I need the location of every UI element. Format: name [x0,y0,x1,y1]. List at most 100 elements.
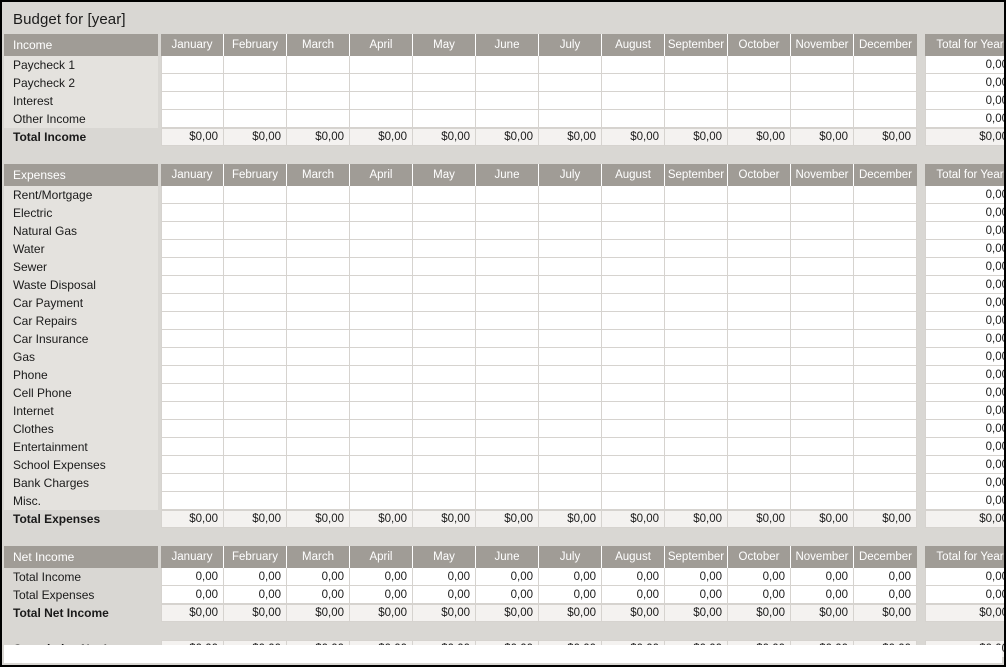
interest-november[interactable] [791,92,854,110]
car-insurance-march[interactable] [287,330,350,348]
bank-charges-june[interactable] [476,474,539,492]
sewer-january[interactable] [161,258,224,276]
other-income-july[interactable] [539,110,602,128]
waste-disposal-october[interactable] [728,276,791,294]
waste-disposal-may[interactable] [413,276,476,294]
waste-disposal-april[interactable] [350,276,413,294]
clothes-january[interactable] [161,420,224,438]
sewer-may[interactable] [413,258,476,276]
car-repairs-october[interactable] [728,312,791,330]
electric-december[interactable] [854,204,917,222]
electric-august[interactable] [602,204,665,222]
internet-march[interactable] [287,402,350,420]
internet-january[interactable] [161,402,224,420]
car-insurance-september[interactable] [665,330,728,348]
car-insurance-april[interactable] [350,330,413,348]
entertainment-august[interactable] [602,438,665,456]
internet-april[interactable] [350,402,413,420]
car-insurance-november[interactable] [791,330,854,348]
school-expenses-may[interactable] [413,456,476,474]
sewer-november[interactable] [791,258,854,276]
school-expenses-march[interactable] [287,456,350,474]
clothes-august[interactable] [602,420,665,438]
electric-march[interactable] [287,204,350,222]
entertainment-may[interactable] [413,438,476,456]
misc-october[interactable] [728,492,791,510]
natural-gas-march[interactable] [287,222,350,240]
misc-march[interactable] [287,492,350,510]
other-income-october[interactable] [728,110,791,128]
waste-disposal-june[interactable] [476,276,539,294]
bank-charges-january[interactable] [161,474,224,492]
school-expenses-october[interactable] [728,456,791,474]
school-expenses-june[interactable] [476,456,539,474]
school-expenses-january[interactable] [161,456,224,474]
car-payment-august[interactable] [602,294,665,312]
entertainment-july[interactable] [539,438,602,456]
phone-october[interactable] [728,366,791,384]
electric-july[interactable] [539,204,602,222]
clothes-june[interactable] [476,420,539,438]
cell-phone-november[interactable] [791,384,854,402]
natural-gas-february[interactable] [224,222,287,240]
water-april[interactable] [350,240,413,258]
paycheck-2-april[interactable] [350,74,413,92]
paycheck-2-november[interactable] [791,74,854,92]
entertainment-april[interactable] [350,438,413,456]
internet-july[interactable] [539,402,602,420]
misc-january[interactable] [161,492,224,510]
clothes-september[interactable] [665,420,728,438]
gas-january[interactable] [161,348,224,366]
waste-disposal-december[interactable] [854,276,917,294]
paycheck-1-july[interactable] [539,56,602,74]
car-insurance-august[interactable] [602,330,665,348]
cell-phone-february[interactable] [224,384,287,402]
cell-phone-december[interactable] [854,384,917,402]
bank-charges-march[interactable] [287,474,350,492]
water-july[interactable] [539,240,602,258]
clothes-december[interactable] [854,420,917,438]
gas-june[interactable] [476,348,539,366]
sewer-march[interactable] [287,258,350,276]
entertainment-november[interactable] [791,438,854,456]
cell-phone-july[interactable] [539,384,602,402]
cell-phone-april[interactable] [350,384,413,402]
car-repairs-july[interactable] [539,312,602,330]
paycheck-1-june[interactable] [476,56,539,74]
car-repairs-august[interactable] [602,312,665,330]
paycheck-2-december[interactable] [854,74,917,92]
interest-march[interactable] [287,92,350,110]
phone-august[interactable] [602,366,665,384]
rent-mortgage-march[interactable] [287,186,350,204]
car-payment-january[interactable] [161,294,224,312]
interest-february[interactable] [224,92,287,110]
car-insurance-october[interactable] [728,330,791,348]
car-repairs-may[interactable] [413,312,476,330]
school-expenses-july[interactable] [539,456,602,474]
gas-december[interactable] [854,348,917,366]
car-insurance-december[interactable] [854,330,917,348]
water-may[interactable] [413,240,476,258]
bank-charges-december[interactable] [854,474,917,492]
internet-september[interactable] [665,402,728,420]
sewer-june[interactable] [476,258,539,276]
paycheck-2-july[interactable] [539,74,602,92]
other-income-february[interactable] [224,110,287,128]
interest-april[interactable] [350,92,413,110]
waste-disposal-august[interactable] [602,276,665,294]
interest-may[interactable] [413,92,476,110]
misc-august[interactable] [602,492,665,510]
school-expenses-november[interactable] [791,456,854,474]
electric-february[interactable] [224,204,287,222]
phone-december[interactable] [854,366,917,384]
rent-mortgage-august[interactable] [602,186,665,204]
car-payment-february[interactable] [224,294,287,312]
natural-gas-december[interactable] [854,222,917,240]
entertainment-september[interactable] [665,438,728,456]
phone-november[interactable] [791,366,854,384]
other-income-march[interactable] [287,110,350,128]
waste-disposal-november[interactable] [791,276,854,294]
cell-phone-october[interactable] [728,384,791,402]
natural-gas-june[interactable] [476,222,539,240]
waste-disposal-january[interactable] [161,276,224,294]
